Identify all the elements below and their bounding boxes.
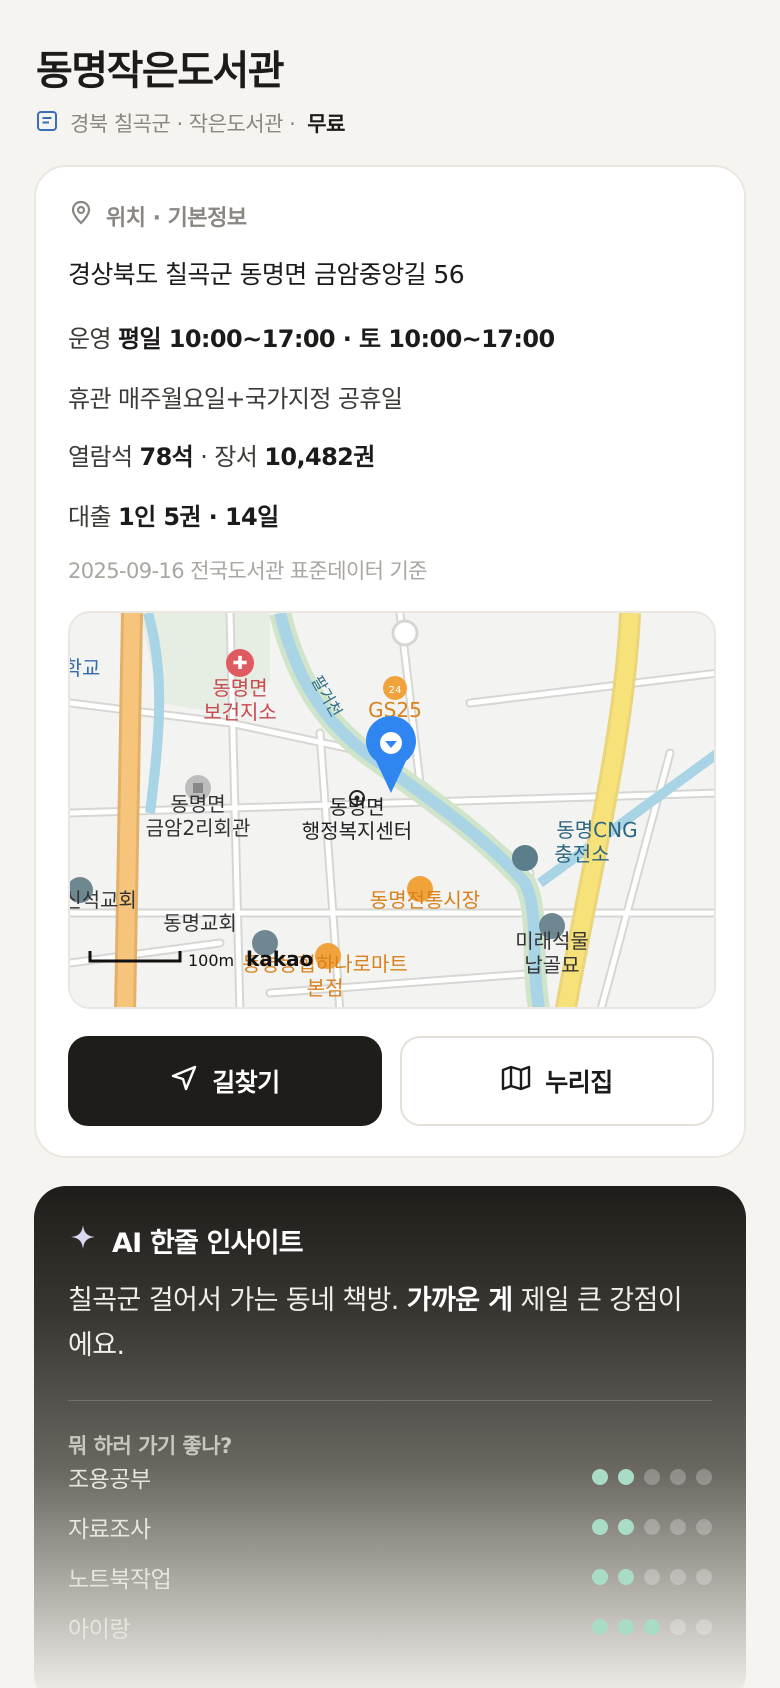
directions-button[interactable]: 길찾기: [68, 1036, 382, 1126]
rating-dot: [618, 1569, 634, 1585]
map-label-center: 동명면: [329, 795, 384, 819]
activity-label: 조용공부: [68, 1467, 151, 1493]
svg-text:충전소: 충전소: [554, 842, 609, 866]
activity-row: 자료조사: [68, 1510, 712, 1544]
rating-dot: [618, 1519, 634, 1535]
activity-label: 아이랑: [68, 1617, 130, 1643]
map-label-church-left: 신석교회: [70, 888, 137, 912]
rating-dot: [592, 1619, 608, 1635]
svg-text:행정복지센터: 행정복지센터: [302, 819, 412, 843]
kakao-logo: kakao: [246, 947, 313, 971]
svg-text:본점: 본점: [307, 976, 344, 1000]
loan-policy: 대출 1인 5권 · 14일: [68, 503, 279, 531]
svg-text:보건지소: 보건지소: [203, 700, 277, 724]
navigation-arrow-icon: [170, 1064, 198, 1098]
activity-question: 뭐 하러 가기 좋나?: [68, 1434, 232, 1458]
activity-rating: [592, 1619, 712, 1635]
svg-text:24: 24: [389, 685, 402, 696]
rating-dot: [696, 1569, 712, 1585]
svg-text:납골묘: 납골묘: [524, 953, 579, 977]
rating-dot: [670, 1519, 686, 1535]
ai-insight-text: 칠곡군 걸어서 가는 동네 책방. 가까운 게 제일 큰 강점이에요.: [68, 1285, 683, 1361]
rating-dot: [592, 1519, 608, 1535]
closed-days: 휴관 매주월요일+국가지정 공휴일: [68, 385, 403, 413]
activity-label: 자료조사: [68, 1517, 151, 1543]
page-title: 동명작은도서관: [36, 48, 285, 94]
map-label-clinic: 동명면: [212, 676, 267, 700]
activity-rating: [592, 1469, 712, 1485]
rating-dot: [696, 1619, 712, 1635]
rating-dot: [592, 1569, 608, 1585]
ai-insight-title: AI 한줄 인사이트: [112, 1227, 304, 1259]
svg-text:금암2리회관: 금암2리회관: [146, 816, 251, 840]
website-button[interactable]: 누리집: [400, 1036, 714, 1126]
map-scale: 100m: [188, 951, 234, 970]
seats-and-books: 열람석 78석 · 장서 10,482권: [68, 443, 375, 471]
rating-dot: [644, 1619, 660, 1635]
directions-label: 길찾기: [212, 1068, 280, 1097]
rating-dot: [644, 1469, 660, 1485]
opening-hours: 운영 평일 10:00~17:00 · 토 10:00~17:00: [68, 325, 555, 353]
rating-dot: [670, 1569, 686, 1585]
info-section-title: 위치 · 기본정보: [106, 206, 247, 231]
rating-dot: [644, 1569, 660, 1585]
library-meta: 경북 칠곡군 · 작은도서관 · 무료: [36, 106, 345, 140]
location-pin-icon: [70, 200, 92, 232]
website-label: 누리집: [545, 1068, 613, 1097]
activity-row: 조용공부: [68, 1460, 712, 1494]
activity-rating: [592, 1519, 712, 1535]
rating-dot: [696, 1519, 712, 1535]
activity-row: 아이랑: [68, 1610, 712, 1644]
sparkle-icon: [70, 1224, 96, 1257]
activity-rating: [592, 1569, 712, 1585]
ai-insight-card: AI 한줄 인사이트 칠곡군 걸어서 가는 동네 책방. 가까운 게 제일 큰 …: [34, 1186, 746, 1688]
info-card: 위치 · 기본정보 경상북도 칠곡군 동명면 금암중앙길 56 운영 평일 10…: [34, 165, 746, 1158]
location-map[interactable]: ✚ 24 학교 동명면 보건지소 팔거천 GS25 동명면 금암2리회관 동명면…: [68, 611, 716, 1009]
map-label-tomb: 미래석물: [515, 929, 589, 953]
rating-dot: [618, 1469, 634, 1485]
map-label-market: 동명전통시장: [370, 888, 480, 912]
rating-dot: [696, 1469, 712, 1485]
document-icon: [36, 110, 58, 137]
activity-row: 노트북작업: [68, 1560, 712, 1594]
svg-text:✚: ✚: [232, 653, 247, 674]
ai-insight-header: AI 한줄 인사이트: [70, 1220, 304, 1260]
divider: [68, 1400, 712, 1401]
rating-dot: [644, 1519, 660, 1535]
map-label-hall: 동명면: [170, 792, 225, 816]
map-label-cng: 동명CNG: [556, 818, 637, 842]
fee-badge: 무료: [307, 112, 345, 136]
address: 경상북도 칠곡군 동명면 금암중앙길 56: [68, 260, 465, 289]
info-section-header: 위치 · 기본정보: [70, 199, 247, 233]
map-icon: [501, 1065, 531, 1097]
rating-dot: [592, 1469, 608, 1485]
activity-label: 노트북작업: [68, 1567, 172, 1593]
rating-dot: [618, 1619, 634, 1635]
map-label-church: 동명교회: [163, 911, 237, 935]
rating-dot: [670, 1619, 686, 1635]
rating-dot: [670, 1469, 686, 1485]
map-label-school: 학교: [70, 656, 100, 680]
data-source-note: 2025-09-16 전국도서관 표준데이터 기준: [68, 559, 428, 583]
library-region: 경북 칠곡군 · 작은도서관 ·: [70, 112, 296, 136]
